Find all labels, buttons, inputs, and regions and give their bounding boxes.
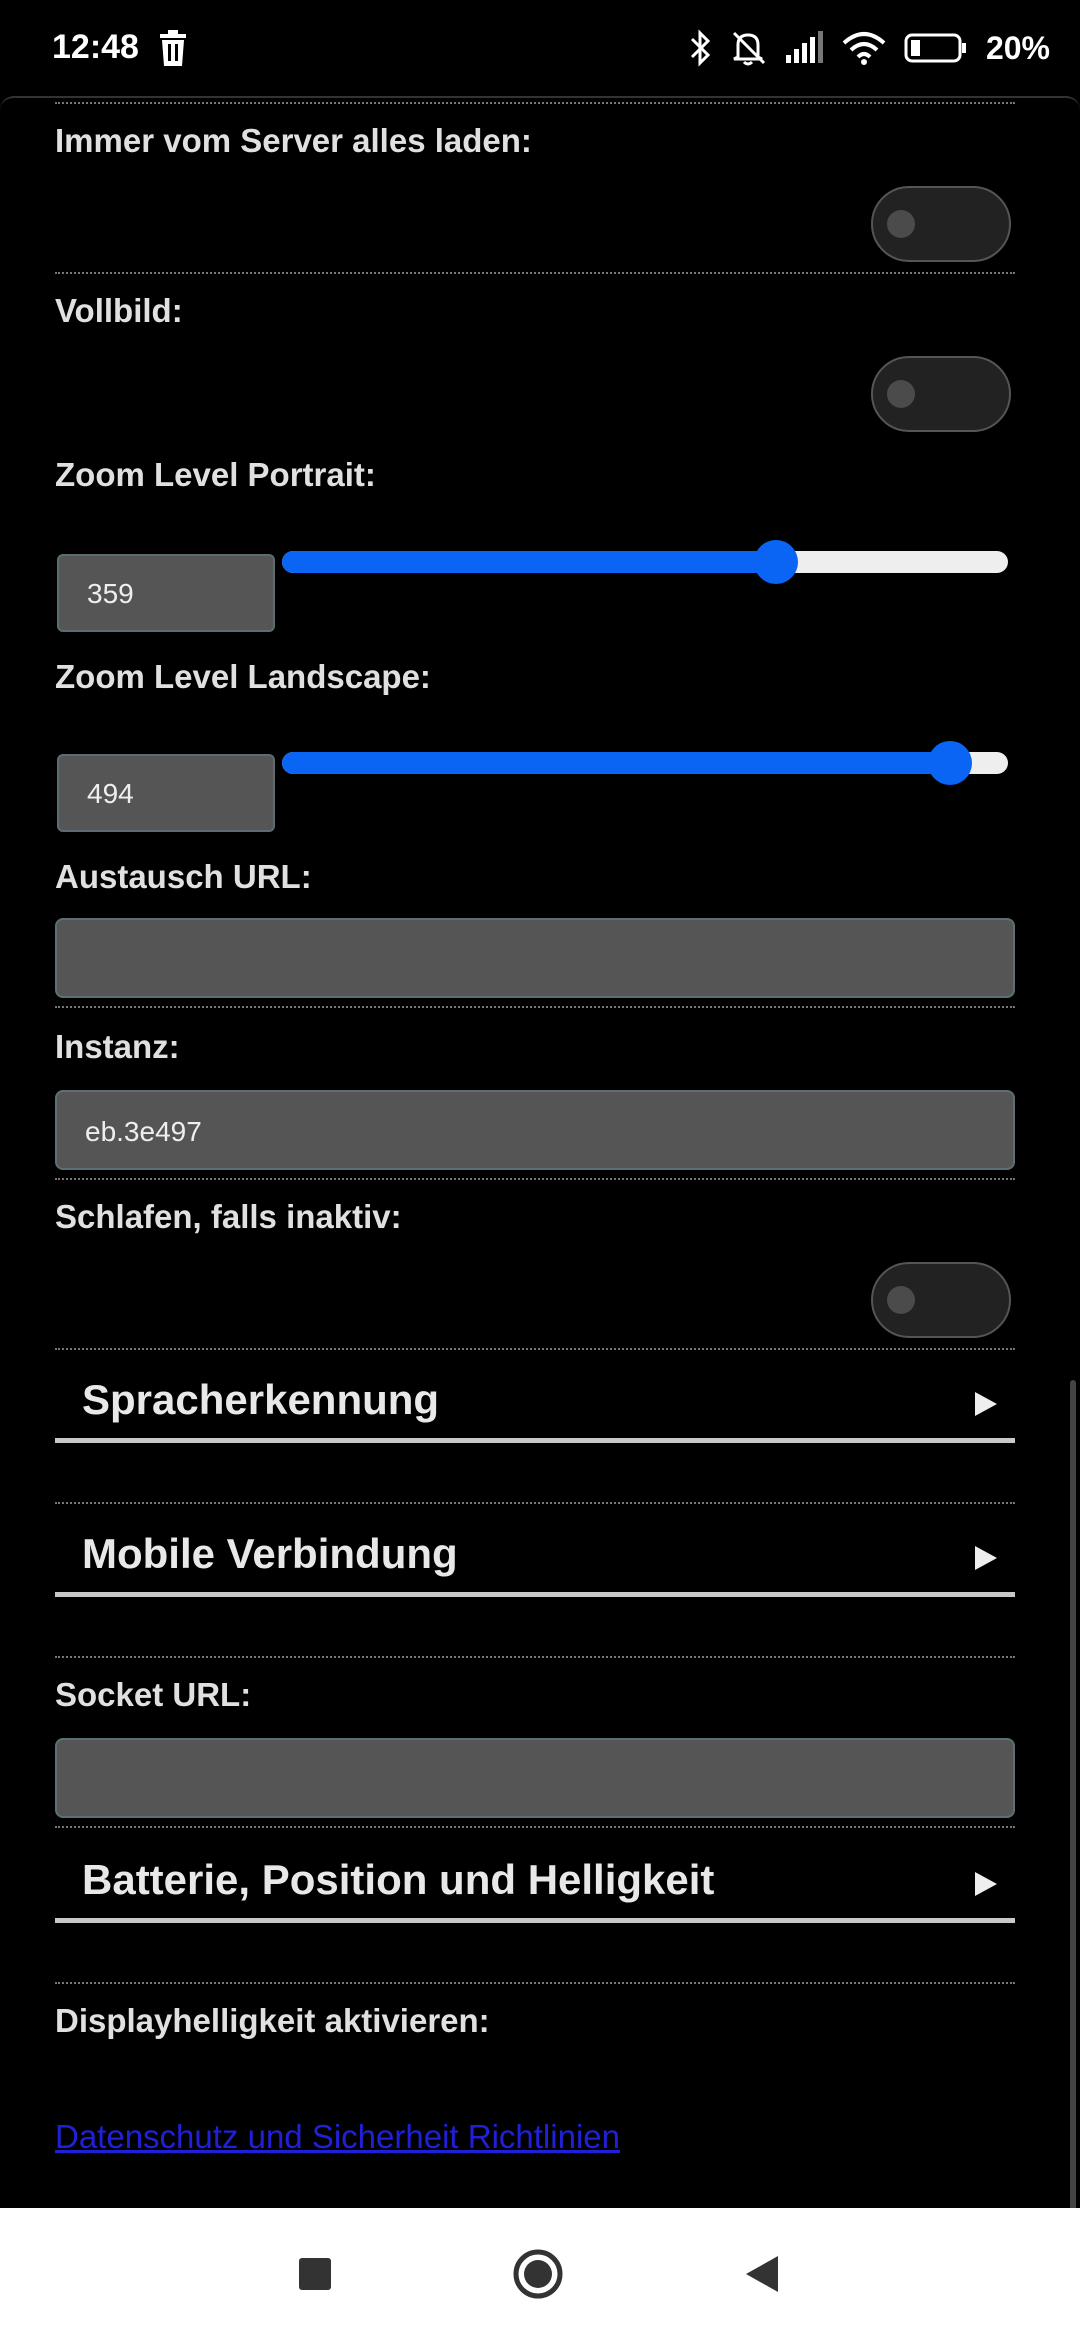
navigation-bar [0,2208,1080,2340]
section-speech-recognition[interactable]: Spracherkennung [55,1362,1015,1443]
divider [55,272,1015,274]
divider [55,1826,1015,1828]
exchange-url-input[interactable] [55,918,1015,998]
fullscreen-toggle[interactable] [871,356,1011,432]
zoom-landscape-slider[interactable] [282,741,1008,785]
toggle-knob [887,210,915,238]
load-all-label: Immer vom Server alles laden: [55,122,532,159]
slider-fill [282,752,950,774]
section-title: Mobile Verbindung [82,1530,458,1577]
socket-url-input[interactable] [55,1738,1015,1818]
expand-arrow-icon [975,1872,997,1896]
home-icon[interactable] [512,2248,564,2300]
battery-icon [904,31,968,65]
divider [55,1502,1015,1504]
section-title: Spracherkennung [82,1376,440,1423]
status-time: 12:48 [52,28,139,66]
privacy-policy-link[interactable]: Datenschutz und Sicherheit Richtlinien [55,2118,620,2156]
slider-thumb[interactable] [753,540,798,584]
exchange-url-label: Austausch URL: [55,858,312,895]
scrollbar[interactable] [1070,1380,1076,2210]
socket-url-label: Socket URL: [55,1676,252,1713]
wifi-icon [842,31,886,65]
battery-percent: 20% [985,29,1050,66]
section-mobile-connection[interactable]: Mobile Verbindung [55,1516,1015,1597]
recent-apps-icon[interactable] [289,2248,341,2300]
slider-fill [282,551,776,573]
slider-thumb[interactable] [927,741,972,785]
divider [55,1982,1015,1984]
brightness-label: Displayhelligkeit aktivieren: [55,2002,490,2039]
settings-panel[interactable]: Immer vom Server alles laden: Vollbild: … [0,96,1080,2210]
zoom-portrait-label: Zoom Level Portrait: [55,456,376,493]
fullscreen-label: Vollbild: [55,292,183,329]
sleep-label: Schlafen, falls inaktiv: [55,1198,402,1235]
divider [55,1006,1015,1008]
divider [55,1178,1015,1180]
instance-input[interactable]: eb.3e497 [55,1090,1015,1170]
section-battery-position-brightness[interactable]: Batterie, Position und Helligkeit [55,1842,1015,1923]
zoom-portrait-input[interactable]: 359 [57,554,275,632]
zoom-landscape-label: Zoom Level Landscape: [55,658,431,695]
divider [55,1656,1015,1658]
load-all-toggle[interactable] [871,186,1011,262]
back-icon[interactable] [736,2248,788,2300]
divider [55,1348,1015,1350]
signal-icon [784,31,824,65]
expand-arrow-icon [975,1392,997,1416]
zoom-landscape-input[interactable]: 494 [57,754,275,832]
sleep-toggle[interactable] [871,1262,1011,1338]
expand-arrow-icon [975,1546,997,1570]
zoom-portrait-slider[interactable] [282,540,1008,584]
toggle-knob [887,380,915,408]
bluetooth-icon [688,29,712,67]
section-title: Batterie, Position und Helligkeit [82,1856,715,1903]
instance-label: Instanz: [55,1028,180,1065]
toggle-knob [887,1286,915,1314]
status-bar: 12:48 20% [0,0,1080,96]
trash-icon [158,30,188,66]
divider [55,102,1015,104]
bell-off-icon [730,29,766,67]
